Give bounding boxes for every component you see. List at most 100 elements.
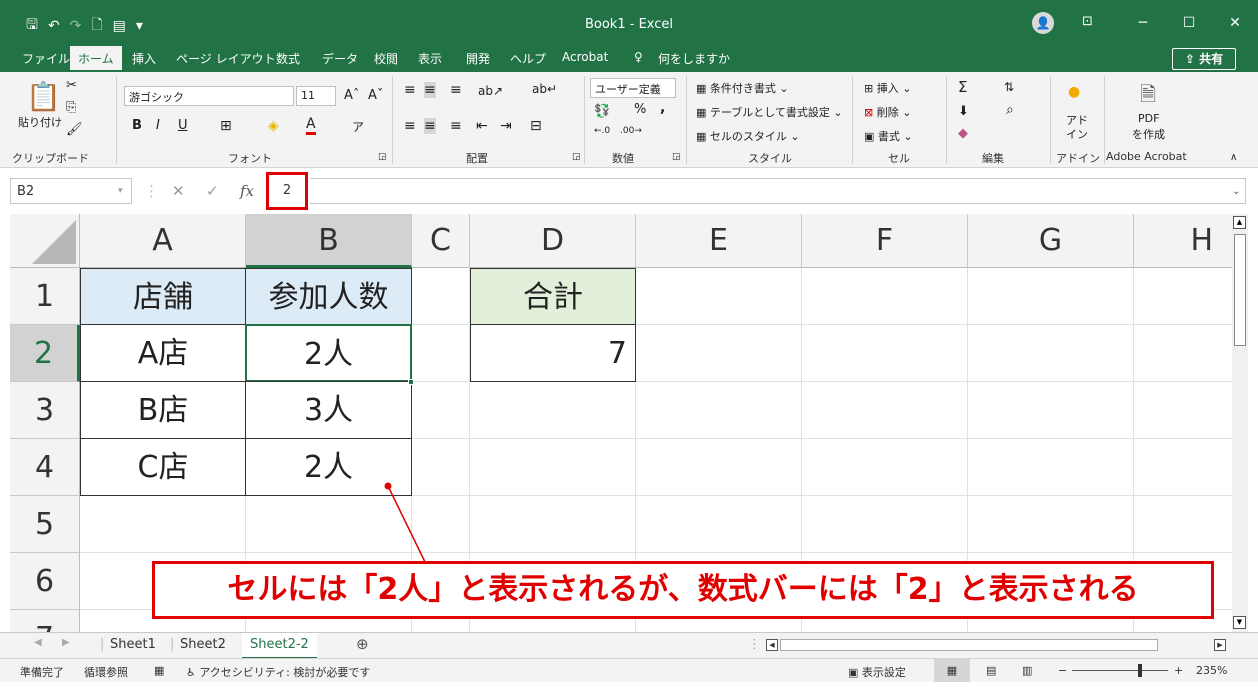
- sheet-tab-sheet2-2[interactable]: Sheet2-2: [242, 633, 317, 659]
- insert-cells-button[interactable]: ⊞ 挿入 ⌄: [864, 80, 911, 96]
- horizontal-scroll-thumb[interactable]: [780, 639, 1158, 651]
- cell-styles-button[interactable]: ▦ セルのスタイル ⌄: [696, 128, 800, 144]
- enter-icon[interactable]: ✓: [206, 182, 219, 200]
- conditional-format-button[interactable]: ▦ 条件付き書式 ⌄: [696, 80, 789, 96]
- autosum-icon[interactable]: Σ: [958, 78, 967, 96]
- decrease-font-icon[interactable]: Aˇ: [368, 88, 383, 103]
- tab-page-layout[interactable]: ページ レイアウト: [176, 50, 276, 67]
- tell-me-search[interactable]: 何をしますか: [658, 50, 730, 67]
- borders-icon[interactable]: ⊞: [220, 118, 232, 134]
- decrease-decimal-icon[interactable]: .00→: [620, 126, 642, 136]
- normal-view-icon[interactable]: ▦: [934, 659, 970, 682]
- align-center-icon[interactable]: ≡: [424, 118, 436, 134]
- paste-icon[interactable]: 📋: [26, 80, 61, 113]
- align-top-icon[interactable]: ≡: [404, 82, 416, 98]
- tab-developer[interactable]: 開発: [466, 50, 490, 67]
- merge-center-icon[interactable]: ⊟: [530, 118, 542, 134]
- cancel-icon[interactable]: ✕: [172, 182, 185, 200]
- increase-decimal-icon[interactable]: ←.0: [594, 126, 610, 136]
- zoom-out-icon[interactable]: −: [1058, 664, 1067, 677]
- underline-button[interactable]: U: [178, 118, 188, 133]
- increase-font-icon[interactable]: Aˆ: [344, 88, 359, 103]
- minimize-icon[interactable]: ─: [1120, 0, 1166, 46]
- paste-label[interactable]: 貼り付け: [18, 114, 62, 130]
- tab-data[interactable]: データ: [322, 50, 358, 67]
- create-pdf-label-2[interactable]: を作成: [1132, 126, 1165, 142]
- zoom-slider[interactable]: [1072, 670, 1168, 671]
- scroll-right-icon[interactable]: ▶: [1214, 639, 1226, 651]
- phonetic-icon[interactable]: ア: [352, 118, 364, 135]
- number-format-combo[interactable]: ユーザー定義: [590, 78, 676, 98]
- account-avatar-icon[interactable]: 👤: [1032, 12, 1054, 34]
- sort-filter-icon[interactable]: ⇅: [1004, 80, 1014, 94]
- tab-help[interactable]: ヘルプ: [510, 50, 546, 67]
- addins-icon[interactable]: ●: [1068, 84, 1080, 100]
- share-button[interactable]: ⇪ 共有: [1172, 48, 1236, 70]
- align-right-icon[interactable]: ≡: [450, 118, 462, 134]
- sheet-tab-sheet2[interactable]: Sheet2: [180, 637, 226, 652]
- font-name-combo[interactable]: 游ゴシック: [124, 86, 294, 106]
- scroll-up-icon[interactable]: ▲: [1233, 216, 1246, 229]
- fill-color-icon[interactable]: ◈: [268, 118, 279, 134]
- zoom-slider-thumb[interactable]: [1138, 664, 1142, 677]
- comma-button[interactable]: ,: [660, 100, 665, 116]
- cut-icon[interactable]: ✂: [66, 78, 77, 93]
- increase-indent-icon[interactable]: ⇥: [500, 118, 512, 134]
- italic-button[interactable]: I: [156, 118, 160, 133]
- copy-icon[interactable]: ⎘: [66, 100, 76, 115]
- zoom-level[interactable]: 235%: [1196, 664, 1227, 677]
- percent-button[interactable]: %: [634, 102, 646, 117]
- number-dialog-launcher-icon[interactable]: ◲: [672, 152, 681, 162]
- prev-sheet-icon[interactable]: ◀: [34, 637, 42, 648]
- tab-review[interactable]: 校閲: [374, 50, 398, 67]
- macro-record-icon[interactable]: ▦: [154, 664, 164, 677]
- expand-formula-bar-icon[interactable]: ⌄: [1232, 186, 1240, 197]
- fill-icon[interactable]: ⬇: [958, 104, 969, 119]
- page-layout-view-icon[interactable]: ▤: [986, 664, 996, 677]
- create-pdf-label-1[interactable]: PDF: [1138, 112, 1159, 125]
- insert-function-icon[interactable]: fx: [240, 182, 254, 200]
- close-icon[interactable]: ✕: [1212, 0, 1258, 46]
- alignment-dialog-launcher-icon[interactable]: ◲: [572, 152, 581, 162]
- orientation-icon[interactable]: ab↗: [478, 84, 503, 98]
- addins-label-2[interactable]: イン: [1066, 126, 1088, 142]
- create-pdf-icon[interactable]: 🗎: [1140, 80, 1156, 114]
- bold-button[interactable]: B: [132, 118, 142, 133]
- scroll-down-icon[interactable]: ▼: [1233, 616, 1246, 629]
- tab-file[interactable]: ファイル: [22, 50, 70, 67]
- font-dialog-launcher-icon[interactable]: ◲: [378, 152, 387, 162]
- clear-icon[interactable]: ◆: [958, 126, 968, 141]
- collapse-ribbon-icon[interactable]: ∧: [1230, 152, 1237, 163]
- accessibility-status[interactable]: ♿ アクセシビリティ: 検討が必要です: [186, 664, 370, 680]
- maximize-icon[interactable]: ☐: [1166, 0, 1212, 46]
- tab-home[interactable]: ホーム: [70, 46, 122, 72]
- align-bottom-icon[interactable]: ≡: [450, 82, 462, 98]
- name-box-dropdown-icon[interactable]: ▾: [118, 186, 123, 196]
- page-break-view-icon[interactable]: ▥: [1022, 664, 1032, 677]
- tab-insert[interactable]: 挿入: [132, 50, 156, 67]
- align-left-icon[interactable]: ≡: [404, 118, 416, 134]
- sheet-tab-sheet1[interactable]: Sheet1: [110, 637, 156, 652]
- wrap-text-icon[interactable]: ab↵: [532, 82, 557, 96]
- tab-view[interactable]: 表示: [418, 50, 442, 67]
- tab-acrobat[interactable]: Acrobat: [562, 50, 608, 64]
- format-as-table-button[interactable]: ▦ テーブルとして書式設定 ⌄: [696, 104, 843, 120]
- name-box[interactable]: B2: [10, 178, 132, 204]
- tab-formulas[interactable]: 数式: [276, 50, 300, 67]
- find-select-icon[interactable]: ⌕: [1006, 102, 1014, 118]
- align-middle-icon[interactable]: ≡: [424, 82, 436, 98]
- next-sheet-icon[interactable]: ▶: [62, 637, 70, 648]
- ribbon-display-icon[interactable]: ⊡: [1082, 14, 1093, 29]
- formula-input[interactable]: 2: [266, 172, 308, 210]
- delete-cells-button[interactable]: ⊠ 削除 ⌄: [864, 104, 911, 120]
- formula-input-field[interactable]: [310, 178, 1246, 204]
- currency-icon[interactable]: 💱: [594, 104, 610, 119]
- status-circular[interactable]: 循環参照: [84, 664, 128, 680]
- font-size-combo[interactable]: 11: [296, 86, 336, 106]
- decrease-indent-icon[interactable]: ⇤: [476, 118, 488, 134]
- vertical-scrollbar[interactable]: ▲ ▼: [1232, 214, 1248, 632]
- display-settings-button[interactable]: ▣ 表示設定: [848, 664, 906, 680]
- format-cells-button[interactable]: ▣ 書式 ⌄: [864, 128, 913, 144]
- vertical-scroll-thumb[interactable]: [1234, 234, 1246, 346]
- font-color-icon[interactable]: A: [306, 116, 316, 135]
